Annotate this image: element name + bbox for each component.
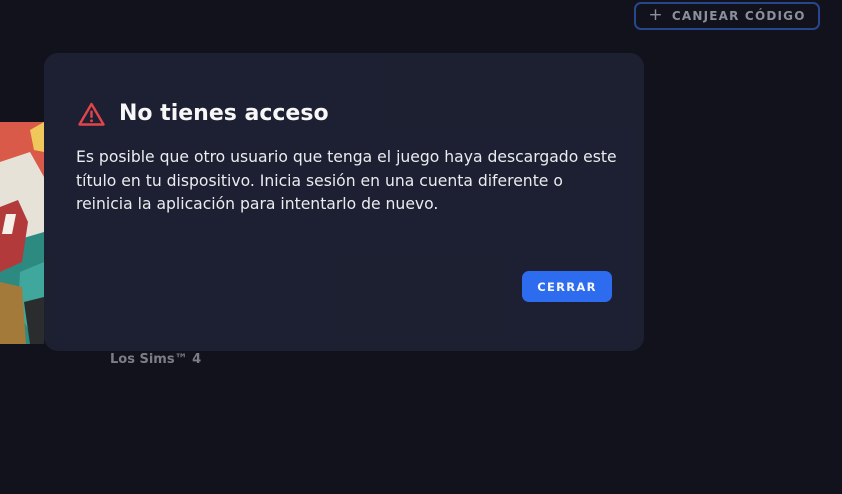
dialog-title: No tienes acceso xyxy=(119,101,329,126)
warning-triangle-icon xyxy=(78,102,105,126)
access-denied-dialog: No tienes acceso Es posible que otro usu… xyxy=(44,53,644,351)
game-tile-title[interactable]: Los Sims™ 4 xyxy=(110,352,201,367)
game-cover-art xyxy=(0,122,44,344)
dialog-header: No tienes acceso xyxy=(78,101,329,126)
close-button[interactable]: CERRAR xyxy=(522,271,612,302)
plus-icon: + xyxy=(648,4,664,25)
game-tile-art[interactable] xyxy=(0,122,44,344)
dialog-message: Es posible que otro usuario que tenga el… xyxy=(76,148,617,213)
app-root: + CANJEAR CÓDIGO Los Sims™ 4 No tienes a… xyxy=(0,0,842,494)
redeem-code-button[interactable]: + CANJEAR CÓDIGO xyxy=(634,2,820,30)
redeem-code-label: CANJEAR CÓDIGO xyxy=(671,9,806,23)
